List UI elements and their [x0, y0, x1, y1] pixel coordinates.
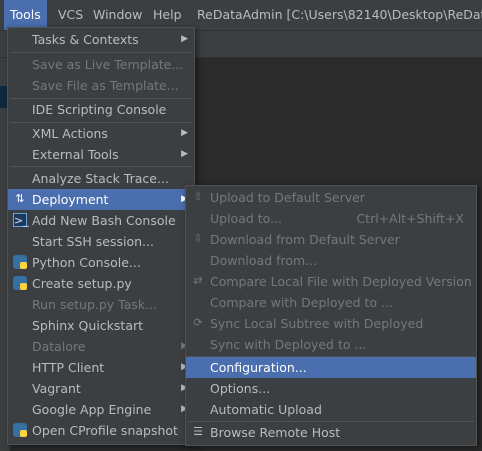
menu-item-deployment[interactable]: ⇅ Deployment ▶	[8, 189, 194, 210]
menu-item-tasks-contexts[interactable]: Tasks & Contexts ▶	[8, 29, 194, 50]
menu-item-sync-with-deployed[interactable]: Sync with Deployed to ...	[186, 334, 476, 355]
menu-item-datalore[interactable]: Datalore ▶	[8, 336, 194, 357]
deployment-submenu: ⇧ Upload to Default Server Upload to... …	[185, 185, 477, 446]
menu-item-automatic-upload[interactable]: Automatic Upload	[186, 399, 476, 420]
cprofile-icon	[13, 423, 27, 437]
menu-item-xml-actions[interactable]: XML Actions ▶	[8, 123, 194, 144]
menu-item-download-from[interactable]: Download from...	[186, 250, 476, 271]
menu-item-compare-local-file[interactable]: ⇄ Compare Local File with Deployed Versi…	[186, 271, 476, 292]
terminal-icon: >_	[13, 213, 29, 227]
menu-window[interactable]: Window	[93, 0, 142, 30]
python-file-icon	[13, 276, 27, 290]
menu-item-save-file-template[interactable]: Save File as Template...	[8, 75, 194, 96]
menu-item-upload-to[interactable]: Upload to... Ctrl+Alt+Shift+X	[186, 208, 476, 229]
menu-separator	[10, 52, 192, 53]
menu-item-options[interactable]: Options...	[186, 378, 476, 399]
menu-item-compare-deployed-to[interactable]: Compare with Deployed to ...	[186, 292, 476, 313]
submenu-arrow-icon: ▶	[181, 149, 188, 159]
menu-item-sync-local-subtree[interactable]: ⟳ Sync Local Subtree with Deployed	[186, 313, 476, 334]
submenu-arrow-icon: ▶	[181, 34, 188, 44]
menu-item-http-client[interactable]: HTTP Client ▶	[8, 357, 194, 378]
menu-item-external-tools[interactable]: External Tools ▶	[8, 144, 194, 165]
menu-tools[interactable]: Tools	[4, 0, 47, 30]
menu-item-add-bash-console[interactable]: >_ Add New Bash Console	[8, 210, 194, 231]
menu-item-create-setup-py[interactable]: Create setup.py	[8, 273, 194, 294]
menu-item-configuration[interactable]: Configuration...	[186, 357, 476, 378]
list-icon: ☰	[193, 425, 203, 438]
menu-item-run-setup-py-task[interactable]: Run setup.py Task...	[8, 294, 194, 315]
submenu-arrow-icon: ▶	[181, 128, 188, 138]
menu-separator	[10, 166, 192, 167]
menu-item-ide-scripting-console[interactable]: IDE Scripting Console	[8, 99, 194, 120]
shortcut-label: Ctrl+Alt+Shift+X	[356, 211, 464, 226]
menu-help[interactable]: Help	[153, 0, 182, 30]
sync-icon: ⟳	[193, 316, 203, 329]
menu-item-start-ssh-session[interactable]: Start SSH session...	[8, 231, 194, 252]
download-icon: ⇩	[193, 232, 203, 245]
window-title: ReDataAdmin [C:\Users\82140\Desktop\ReDa…	[197, 7, 482, 22]
menu-item-analyze-stack-trace[interactable]: Analyze Stack Trace...	[8, 168, 194, 189]
upload-icon: ⇧	[193, 190, 203, 203]
deployment-icon: ⇅	[15, 192, 25, 205]
menu-item-browse-remote-host[interactable]: ☰ Browse Remote Host	[186, 422, 476, 443]
menu-item-save-live-template[interactable]: Save as Live Template...	[8, 54, 194, 75]
menu-item-vagrant[interactable]: Vagrant ▶	[8, 378, 194, 399]
menu-item-upload-default-server[interactable]: ⇧ Upload to Default Server	[186, 187, 476, 208]
menu-item-google-app-engine[interactable]: Google App Engine ▶	[8, 399, 194, 420]
tools-menu: Tasks & Contexts ▶ Save as Live Template…	[7, 27, 195, 445]
menu-vcs[interactable]: VCS	[58, 0, 83, 30]
menu-item-download-default-server[interactable]: ⇩ Download from Default Server	[186, 229, 476, 250]
compare-icon: ⇄	[193, 274, 203, 287]
menu-item-python-console[interactable]: Python Console...	[8, 252, 194, 273]
menu-item-sphinx-quickstart[interactable]: Sphinx Quickstart	[8, 315, 194, 336]
python-icon	[13, 255, 27, 269]
menu-item-open-cprofile-snapshot[interactable]: Open CProfile snapshot	[8, 420, 194, 441]
